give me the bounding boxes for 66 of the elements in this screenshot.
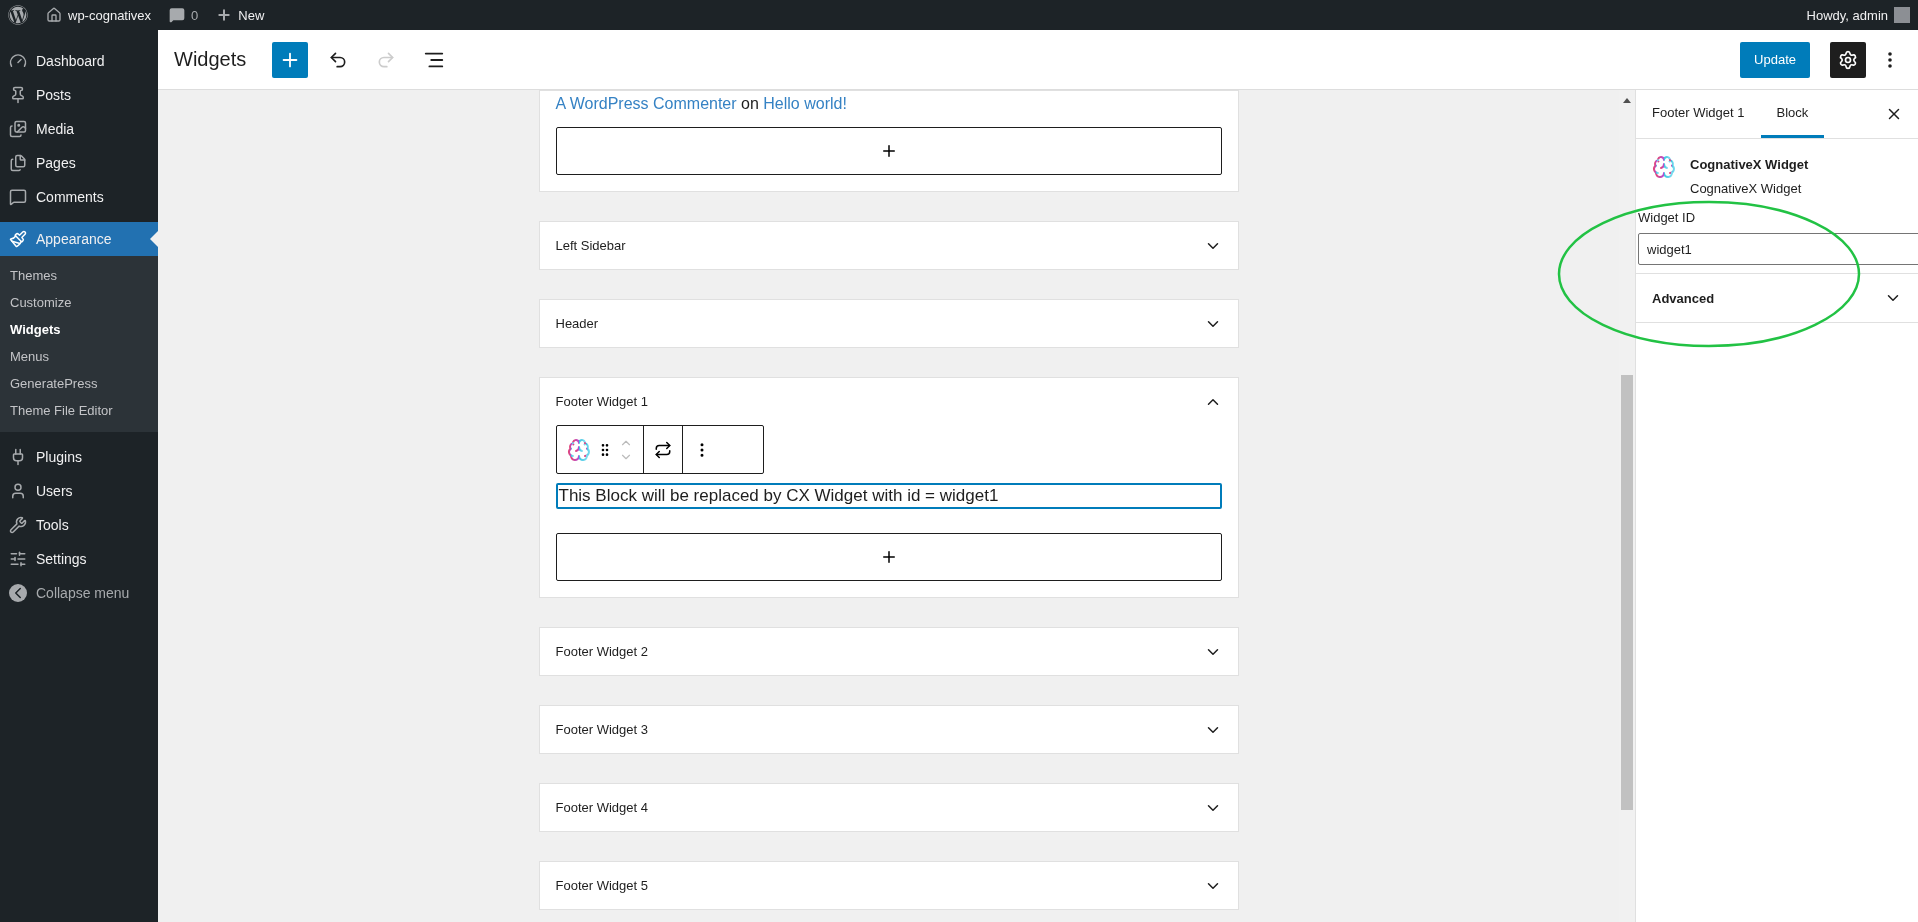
field-label: Widget ID — [1637, 210, 1697, 227]
avatar-icon — [1894, 7, 1910, 23]
widget-area-title: Footer Widget 4 — [555, 800, 648, 815]
site-name-link[interactable]: wp-cognativex — [46, 7, 152, 23]
settings-icon — [1838, 49, 1858, 70]
brain-icon — [1652, 155, 1676, 179]
comment-author-link[interactable]: A WordPress Commenter — [555, 95, 737, 112]
sidebar-menu-item[interactable]: Users — [0, 474, 158, 508]
widget-id-input[interactable]: widget1 — [1638, 233, 1918, 265]
sidebar-menu-item[interactable]: Appearance — [0, 222, 158, 256]
block-description: CognativeX Widget — [1690, 181, 1803, 196]
sidebar-menu-item[interactable]: Plugins — [0, 440, 158, 474]
sidebar-menu-item[interactable]: Settings — [0, 542, 158, 576]
panel-tab[interactable]: Footer Widget 1 — [1636, 90, 1761, 138]
widget-area-title: Footer Widget 3 — [555, 722, 648, 737]
home-icon — [46, 7, 62, 23]
user-icon — [9, 482, 27, 500]
account-link[interactable]: Howdy, admin — [1806, 7, 1910, 23]
collapse-menu-button[interactable]: Collapse menu — [0, 576, 158, 610]
gauge-icon — [9, 52, 27, 70]
widget-area-title: Footer Widget 1 — [555, 394, 648, 409]
media-icon — [9, 120, 27, 138]
page-title: Widgets — [174, 48, 247, 71]
update-button[interactable]: Update — [1740, 41, 1810, 78]
wordpress-logo — [8, 5, 28, 25]
block-name: CognativeX Widget — [1690, 157, 1809, 172]
add-block-button[interactable] — [272, 41, 309, 78]
paintbrush-icon — [9, 230, 27, 248]
post-link[interactable]: Hello world! — [763, 95, 847, 112]
submenu-item[interactable]: Themes — [0, 262, 158, 289]
comment-icon — [9, 188, 27, 206]
panel-tab[interactable]: Block — [1760, 90, 1825, 138]
advanced-section-toggle[interactable]: Advanced — [1636, 273, 1918, 323]
submenu-item[interactable]: Menus — [0, 343, 158, 370]
sidebar-menu-item[interactable]: Dashboard — [0, 44, 158, 78]
brain-icon — [566, 437, 591, 462]
sliders-icon — [9, 550, 27, 568]
comments-link[interactable]: 0 — [169, 7, 199, 23]
sidebar-menu-item[interactable]: Pages — [0, 146, 158, 180]
more-vertical-icon — [1888, 51, 1892, 68]
transform-icon[interactable] — [653, 440, 672, 459]
redo-icon — [376, 49, 397, 70]
comment-count: 0 — [191, 7, 199, 23]
sidebar-menu-item[interactable]: Tools — [0, 508, 158, 542]
recent-comment-text: A WordPress Commenter on Hello world! — [555, 94, 848, 113]
submenu-item[interactable]: Theme File Editor — [0, 397, 158, 424]
sidebar-menu-item[interactable]: Comments — [0, 180, 158, 214]
add-block-appender[interactable] — [555, 533, 1222, 581]
widget-area-title: Footer Widget 2 — [555, 644, 648, 659]
widget-area-title: Left Sidebar — [555, 238, 626, 253]
pages-icon — [9, 154, 27, 172]
widget-area-title: Header — [555, 316, 599, 331]
wrench-icon — [9, 516, 27, 534]
submenu-item[interactable]: Widgets — [0, 316, 158, 343]
submenu-item[interactable]: GeneratePress — [0, 370, 158, 397]
sidebar-menu-item[interactable]: Media — [0, 112, 158, 146]
sidebar-menu-item[interactable]: Posts — [0, 78, 158, 112]
widget-area-title: Footer Widget 5 — [555, 878, 648, 893]
comment-bubble-icon — [169, 7, 186, 23]
settings-button[interactable] — [1830, 41, 1866, 78]
pin-icon — [9, 86, 27, 104]
widget-block-text[interactable]: This Block will be replaced by CX Widget with id = widget1 — [555, 483, 1222, 509]
new-link[interactable]: New — [216, 7, 265, 23]
wordpress-logo-icon[interactable] — [8, 5, 28, 25]
add-block-appender[interactable] — [555, 127, 1222, 175]
submenu-item[interactable]: Customize — [0, 289, 158, 316]
